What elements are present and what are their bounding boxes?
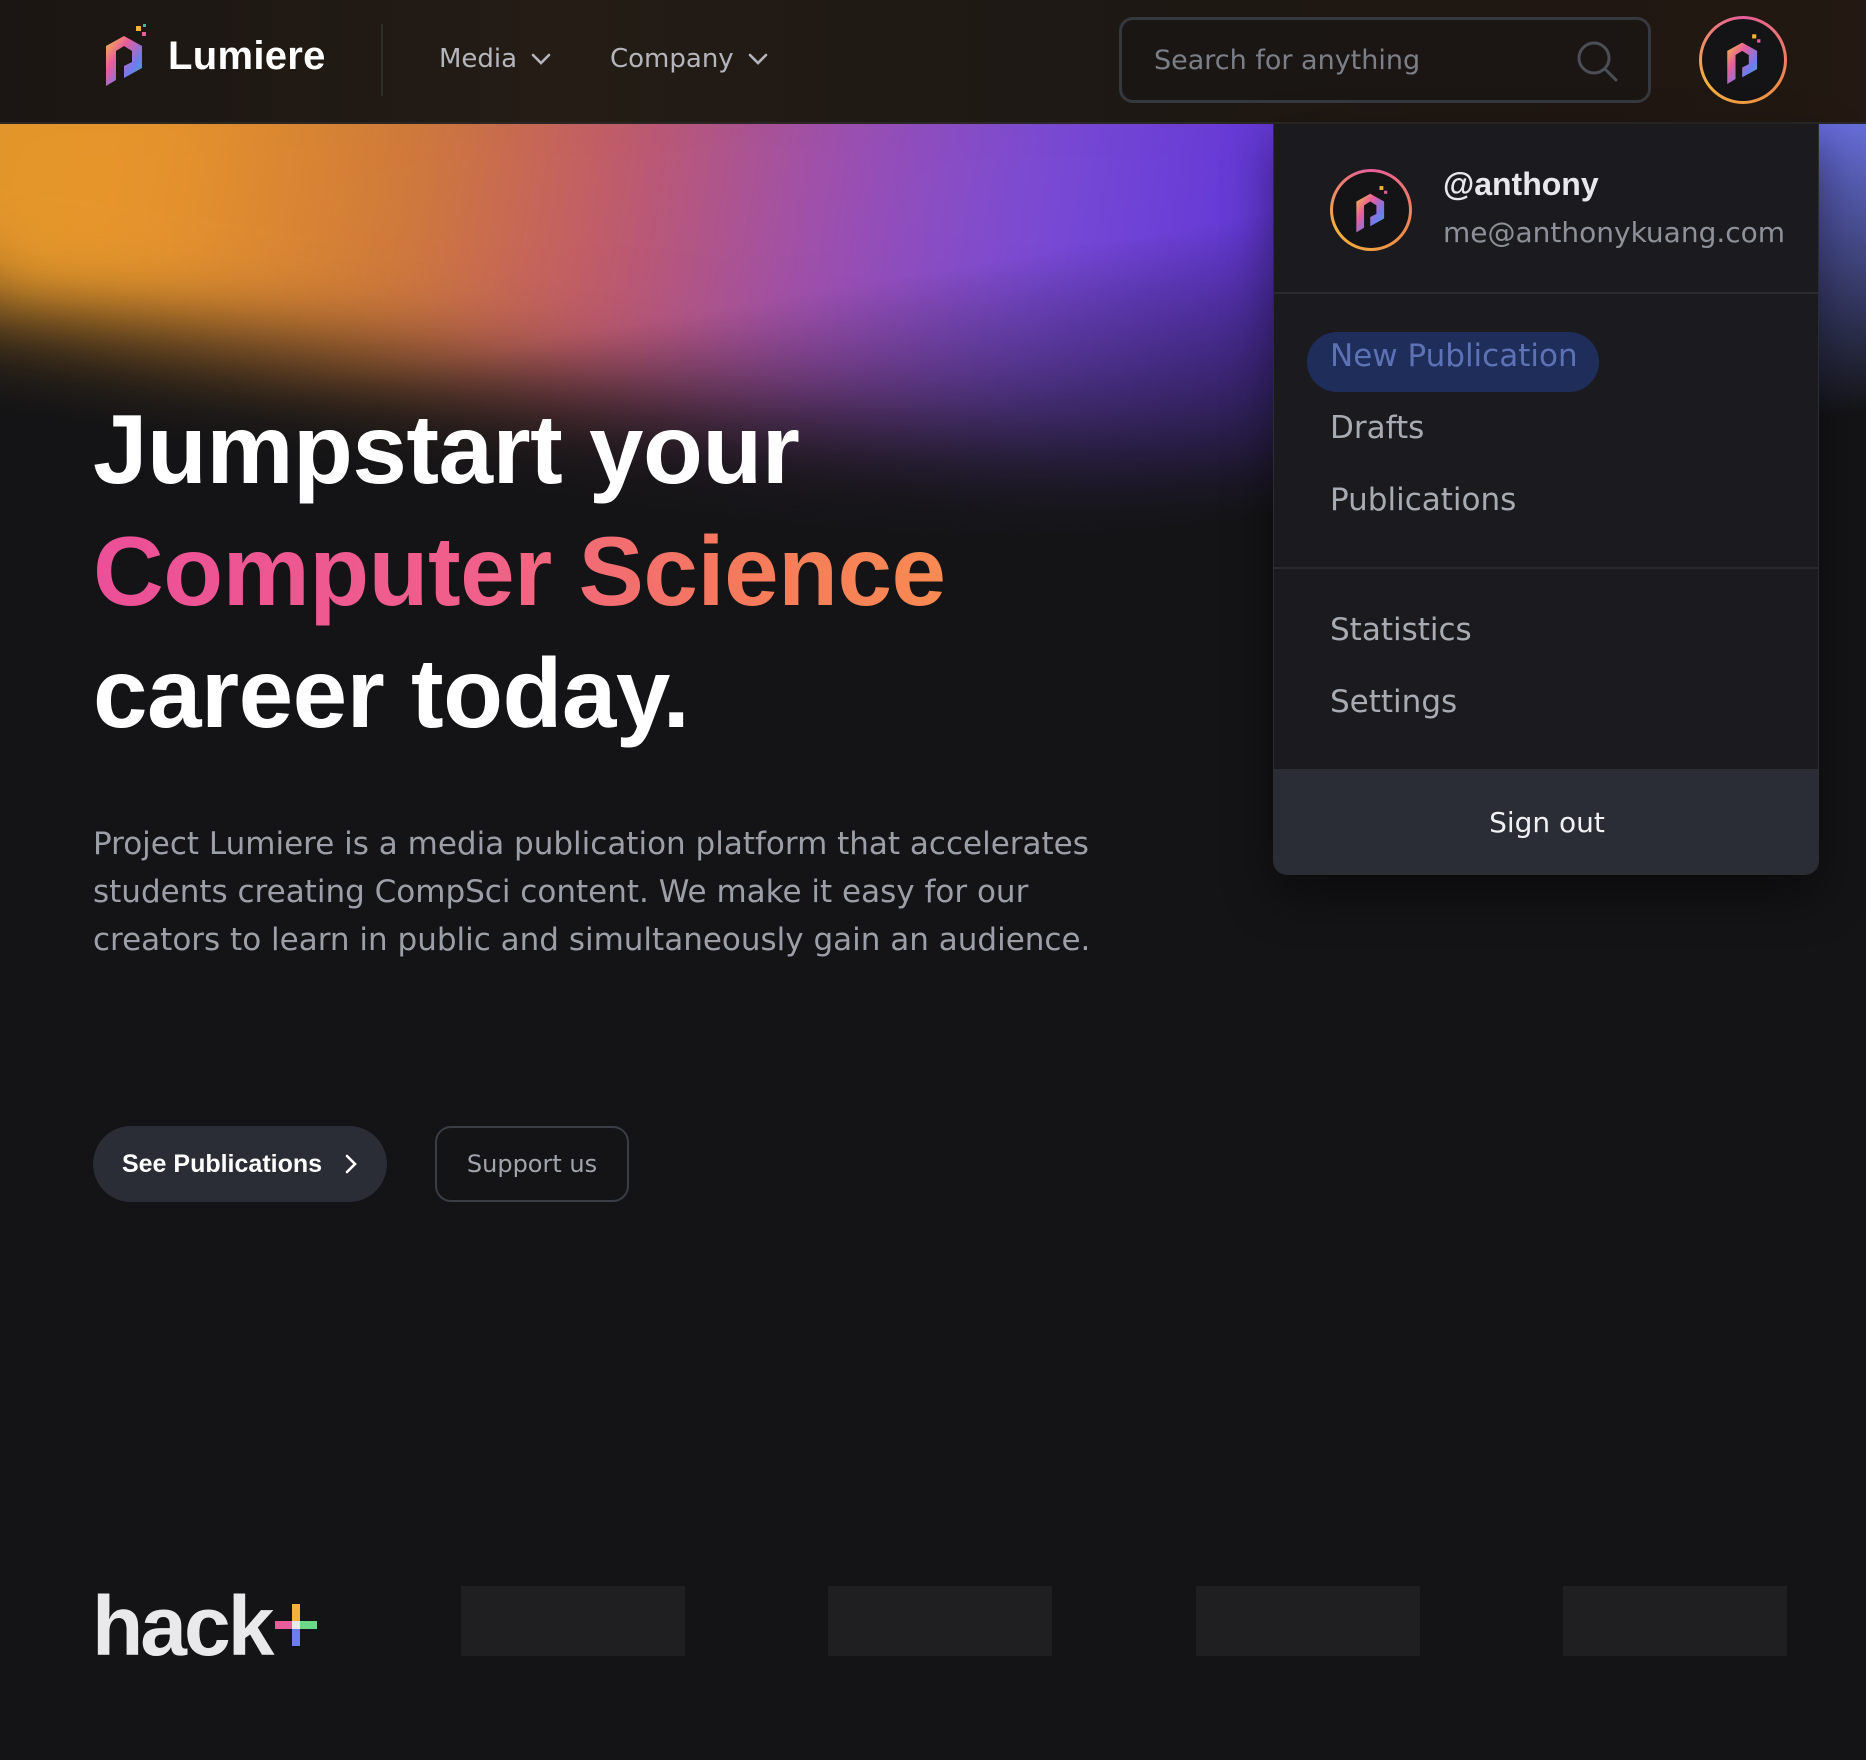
hack-partner-logo: hack [92, 1579, 274, 1673]
top-navigation-bar: Lumiere Media Company [0, 0, 1866, 124]
nav-company-menu[interactable]: Company [610, 44, 768, 74]
lumiere-logo-icon[interactable] [100, 22, 150, 92]
nav-media-label: Media [439, 44, 518, 74]
hero-title-line3: career today. [93, 638, 690, 748]
nav-company-label: Company [610, 44, 734, 74]
menu-item-statistics[interactable]: Statistics [1330, 612, 1472, 648]
hero-description: Project Lumiere is a media publication p… [93, 826, 1091, 958]
dropdown-email: me@anthonykuang.com [1443, 216, 1786, 249]
hero-title-line1: Jumpstart your [93, 394, 800, 504]
user-dropdown-menu: @anthony me@anthonykuang.com New Publica… [1273, 124, 1819, 875]
user-avatar-button[interactable] [1699, 16, 1787, 104]
menu-divider [1274, 567, 1818, 569]
partner-logo-placeholder [1196, 1586, 1420, 1656]
hero-title-highlight: Computer Science [93, 516, 946, 626]
dropdown-user-info: @anthony me@anthonykuang.com [1274, 124, 1818, 294]
header-divider [381, 24, 383, 96]
menu-item-settings[interactable]: Settings [1330, 684, 1457, 720]
hero-title: Jumpstart your Computer Science career t… [93, 388, 946, 754]
avatar-logo-icon [1727, 34, 1761, 85]
see-publications-label: See Publications [121, 1149, 323, 1178]
support-us-button[interactable]: Support us [435, 1126, 629, 1202]
search-icon[interactable] [1574, 38, 1620, 84]
partner-logo-placeholder [1563, 1586, 1787, 1656]
menu-item-publications[interactable]: Publications [1330, 482, 1516, 518]
dropdown-username: @anthony [1443, 166, 1599, 202]
search-input[interactable] [1152, 38, 1562, 82]
avatar-logo-icon [1356, 186, 1388, 233]
brand-name[interactable]: Lumiere [168, 34, 326, 79]
partner-logo-placeholder [828, 1586, 1052, 1656]
chevron-down-icon [531, 53, 551, 65]
sign-out-button[interactable]: Sign out [1274, 769, 1818, 874]
nav-media-menu[interactable]: Media [439, 44, 551, 74]
chevron-right-icon [345, 1154, 357, 1174]
partner-logo-placeholder [461, 1586, 685, 1656]
avatar [1330, 169, 1412, 251]
menu-item-drafts[interactable]: Drafts [1330, 410, 1424, 446]
chevron-down-icon [748, 53, 768, 65]
menu-item-new-publication[interactable]: New Publication [1330, 338, 1578, 374]
search-box [1119, 17, 1651, 103]
see-publications-button[interactable]: See Publications [93, 1126, 387, 1202]
hack-plus-icon [275, 1604, 317, 1646]
